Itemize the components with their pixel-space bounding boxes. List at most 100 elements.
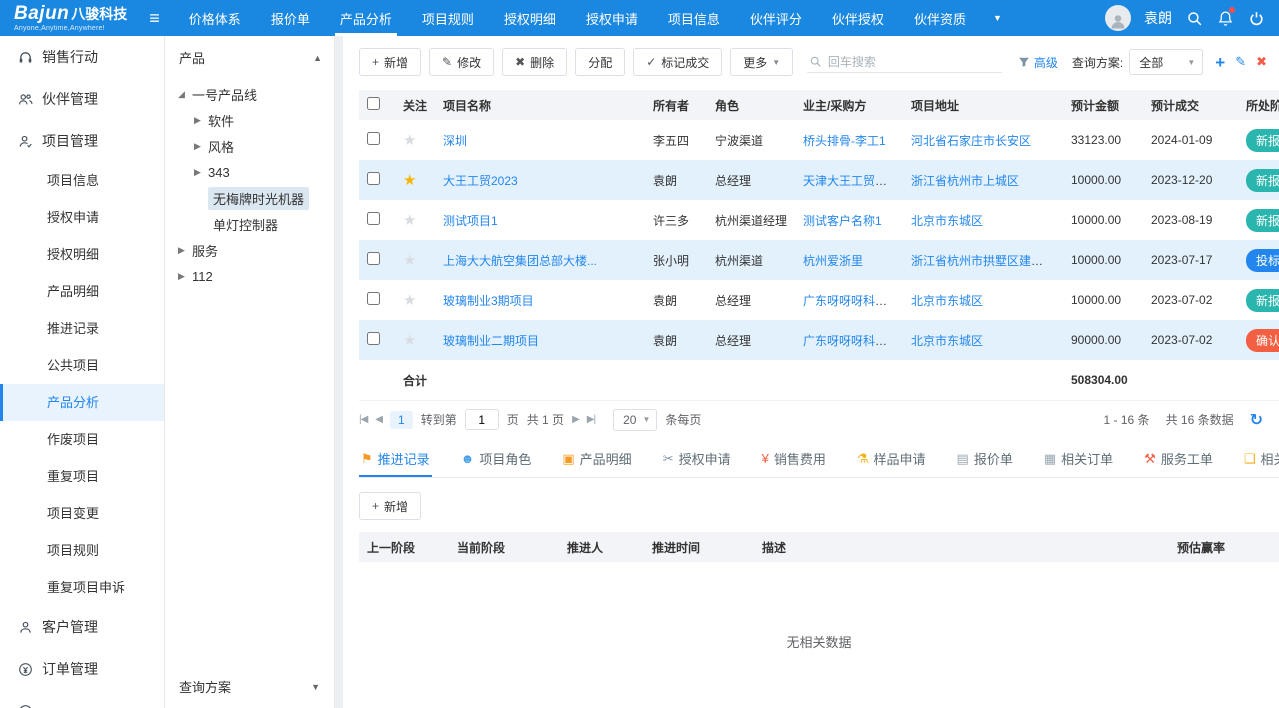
tree-collapsed-icon[interactable]: ▶: [178, 271, 192, 282]
delete-button[interactable]: ✖ 删除: [502, 48, 567, 76]
sidebar-item-partial[interactable]: [0, 690, 164, 708]
panel-collapse-icon[interactable]: ▲: [313, 53, 322, 63]
assign-button[interactable]: 分配: [575, 48, 625, 76]
tree-node-112[interactable]: ▶ 112: [165, 263, 334, 289]
tree-collapsed-icon[interactable]: ▶: [178, 245, 192, 256]
project-name-link[interactable]: 测试项目1: [443, 214, 498, 228]
row-checkbox[interactable]: [367, 172, 380, 185]
row-checkbox[interactable]: [367, 252, 380, 265]
address-link[interactable]: 浙江省杭州市拱墅区建国北...: [911, 254, 1063, 268]
table-row[interactable]: ★ 玻璃制业3期项目 袁朗 总经理 广东呀呀呀科技有限... 北京市东城区 10…: [359, 280, 1279, 320]
next-page-button[interactable]: ▶: [572, 414, 579, 425]
project-name-link[interactable]: 玻璃制业二期项目: [443, 334, 539, 348]
power-icon[interactable]: [1247, 9, 1265, 27]
tree-node-style[interactable]: ▶ 风格: [165, 133, 334, 159]
sidebar-item-project-management[interactable]: 项目管理: [0, 120, 164, 162]
prev-page-button[interactable]: ◀: [375, 414, 382, 425]
menu-toggle-icon[interactable]: ≡: [135, 8, 174, 29]
sidebar-sub-product-analysis[interactable]: 产品分析: [0, 384, 164, 421]
delete-scheme-icon[interactable]: ✖: [1256, 54, 1267, 70]
search-box[interactable]: [807, 52, 1002, 73]
sidebar-sub-project-info[interactable]: 项目信息: [0, 162, 164, 199]
buyer-link[interactable]: 杭州爱浙里: [803, 254, 863, 268]
project-name-link[interactable]: 上海大大航空集团总部大楼...: [443, 254, 597, 268]
star-icon[interactable]: ★: [403, 212, 416, 229]
advanced-filter[interactable]: 高级: [1018, 54, 1058, 71]
refresh-icon[interactable]: ↻: [1250, 410, 1263, 430]
table-row[interactable]: ★ 上海大大航空集团总部大楼... 张小明 杭州渠道 杭州爱浙里 浙江省杭州市拱…: [359, 240, 1279, 280]
tab-sample-request[interactable]: ⚗ 样品申请: [855, 440, 928, 477]
address-link[interactable]: 浙江省杭州市上城区: [911, 174, 1019, 188]
address-link[interactable]: 河北省石家庄市长安区: [911, 134, 1031, 148]
avatar[interactable]: [1105, 5, 1131, 31]
table-row[interactable]: ★ 大王工贸2023 袁朗 总经理 天津大王工贸有限公司 浙江省杭州市上城区 1…: [359, 160, 1279, 200]
tree-collapsed-icon[interactable]: ▶: [194, 167, 208, 178]
tree-leaf-label[interactable]: 单灯控制器: [208, 213, 283, 236]
table-row[interactable]: ★ 玻璃制业二期项目 袁朗 总经理 广东呀呀呀科技有限... 北京市东城区 90…: [359, 320, 1279, 360]
nav-item-project-info[interactable]: 项目信息: [653, 0, 735, 36]
star-icon-active[interactable]: ★: [403, 172, 416, 189]
project-name-link[interactable]: 大王工贸2023: [443, 174, 518, 188]
select-all-checkbox[interactable]: [367, 97, 380, 110]
row-checkbox[interactable]: [367, 332, 380, 345]
tab-project-roles[interactable]: ☻ 项目角色: [459, 440, 534, 477]
sidebar-sub-project-rules[interactable]: 项目规则: [0, 532, 164, 569]
nav-item-partner-quality[interactable]: 伙伴资质: [899, 0, 981, 36]
tree-node-software[interactable]: ▶ 软件: [165, 107, 334, 133]
buyer-link[interactable]: 广东呀呀呀科技有限...: [803, 334, 903, 348]
star-icon[interactable]: ★: [403, 132, 416, 149]
tree-expanded-icon[interactable]: ◢: [178, 89, 192, 100]
nav-item-price-system[interactable]: 价格体系: [174, 0, 256, 36]
address-link[interactable]: 北京市东城区: [911, 334, 983, 348]
star-icon[interactable]: ★: [403, 332, 416, 349]
star-icon[interactable]: ★: [403, 252, 416, 269]
add-button[interactable]: + 新增: [359, 48, 421, 76]
buyer-link[interactable]: 广东呀呀呀科技有限...: [803, 294, 903, 308]
sidebar-sub-public-projects[interactable]: 公共项目: [0, 347, 164, 384]
sidebar-sub-duplicate-appeal[interactable]: 重复项目申诉: [0, 569, 164, 606]
sidebar-item-partner-management[interactable]: 伙伴管理: [0, 78, 164, 120]
sidebar-item-customer-management[interactable]: 客户管理: [0, 606, 164, 648]
row-checkbox[interactable]: [367, 292, 380, 305]
sidebar-sub-duplicate-projects[interactable]: 重复项目: [0, 458, 164, 495]
last-page-button[interactable]: ▶|: [587, 414, 595, 425]
nav-item-auth-details[interactable]: 授权明细: [489, 0, 571, 36]
sidebar-sub-voided-projects[interactable]: 作废项目: [0, 421, 164, 458]
table-row[interactable]: ★ 深圳 李五四 宁波渠道 桥头排骨-李工1 河北省石家庄市长安区 33123.…: [359, 120, 1279, 160]
user-name[interactable]: 袁朗: [1144, 8, 1172, 28]
table-row[interactable]: ★ 测试项目1 许三多 杭州渠道经理 测试客户名称1 北京市东城区 10000.…: [359, 200, 1279, 240]
detail-add-button[interactable]: + 新增: [359, 492, 421, 520]
sidebar-sub-product-details[interactable]: 产品明细: [0, 273, 164, 310]
tree-node-product-line-1[interactable]: ◢ 一号产品线: [165, 81, 334, 107]
query-scheme-select[interactable]: 全部 ▼: [1129, 49, 1203, 75]
tab-related-files[interactable]: ❏ 相关文件: [1242, 440, 1279, 477]
nav-item-project-rules[interactable]: 项目规则: [407, 0, 489, 36]
page-input[interactable]: [465, 409, 499, 430]
tree-leaf-label-selected[interactable]: 无梅牌时光机器: [208, 187, 309, 210]
tree-collapsed-icon[interactable]: ▶: [194, 141, 208, 152]
nav-more-caret-icon[interactable]: ▼: [981, 0, 1014, 36]
edit-button[interactable]: ✎ 修改: [429, 48, 494, 76]
buyer-link[interactable]: 天津大王工贸有限公司: [803, 174, 903, 188]
edit-scheme-icon[interactable]: ✎: [1235, 54, 1246, 70]
sidebar-sub-project-changes[interactable]: 项目变更: [0, 495, 164, 532]
tab-auth-request[interactable]: ✂ 授权申请: [661, 440, 733, 477]
nav-item-quotation[interactable]: 报价单: [256, 0, 325, 36]
sidebar-sub-push-records[interactable]: 推进记录: [0, 310, 164, 347]
tab-push-records[interactable]: ⚑ 推进记录: [359, 440, 432, 477]
tree-leaf-time-machine[interactable]: 无梅牌时光机器: [165, 185, 334, 211]
star-icon[interactable]: ★: [403, 292, 416, 309]
row-checkbox[interactable]: [367, 212, 380, 225]
buyer-link[interactable]: 测试客户名称1: [803, 214, 882, 228]
nav-item-auth-request[interactable]: 授权申请: [571, 0, 653, 36]
first-page-button[interactable]: |◀: [359, 414, 367, 425]
current-page-button[interactable]: 1: [390, 411, 413, 429]
nav-item-product-analysis[interactable]: 产品分析: [325, 0, 407, 36]
tab-related-orders[interactable]: ▦ 相关订单: [1042, 440, 1115, 477]
sidebar-item-order-management[interactable]: 订单管理: [0, 648, 164, 690]
tree-leaf-lamp-controller[interactable]: 单灯控制器: [165, 211, 334, 237]
sidebar-sub-auth-request[interactable]: 授权申请: [0, 199, 164, 236]
more-button[interactable]: 更多 ▼: [730, 48, 793, 76]
address-link[interactable]: 北京市东城区: [911, 294, 983, 308]
bell-icon[interactable]: [1216, 9, 1234, 27]
